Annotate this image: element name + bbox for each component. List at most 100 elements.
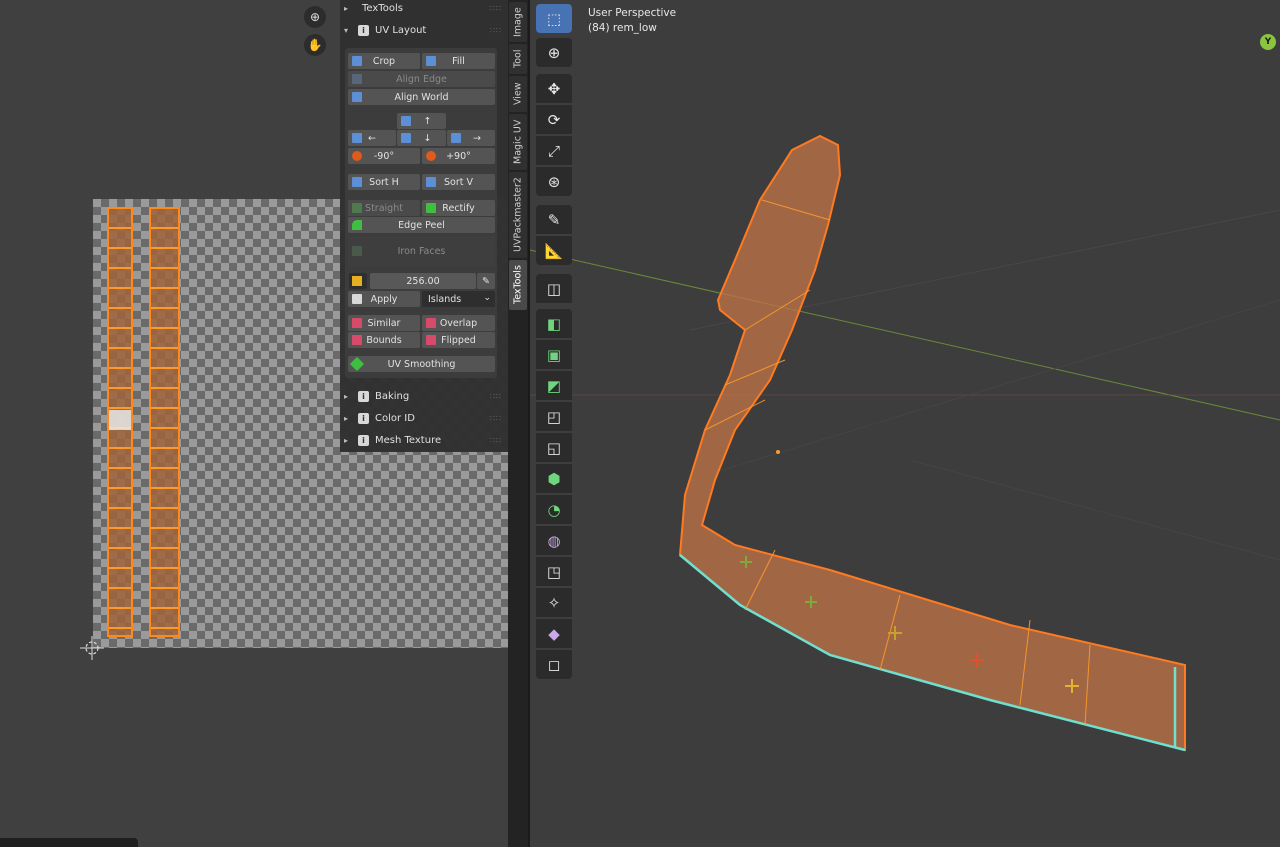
uv-island-right[interactable]: [149, 207, 180, 637]
drag-grip-icon[interactable]: ∷∷: [490, 436, 502, 445]
section-label: Mesh Texture: [375, 434, 442, 446]
zoom-icon[interactable]: ⊕: [304, 6, 326, 28]
iron-faces-button[interactable]: Iron Faces: [348, 236, 495, 266]
align-up-button[interactable]: ↑: [397, 113, 446, 129]
knife-tool-icon[interactable]: ◱: [536, 433, 572, 462]
section-color-id[interactable]: ▸ i Color ID ∷∷: [340, 408, 508, 428]
button-label: Crop: [372, 55, 396, 67]
tab-image[interactable]: Image: [509, 2, 527, 42]
align-right-button[interactable]: →: [447, 130, 495, 146]
drag-grip-icon[interactable]: ∷∷: [490, 26, 502, 35]
align-left-icon: [352, 133, 362, 143]
annotate-tool-icon[interactable]: ✎: [536, 205, 572, 234]
section-textools[interactable]: ▸ TexTools ∷∷: [340, 0, 508, 18]
edge-slide-tool-icon[interactable]: ◳: [536, 557, 572, 586]
sort-v-button[interactable]: Sort V: [422, 174, 495, 190]
bevel-tool-icon[interactable]: ◩: [536, 371, 572, 400]
shear-tool-icon[interactable]: ◆: [536, 619, 572, 648]
align-left-button[interactable]: ←: [348, 130, 396, 146]
scale-tool-icon[interactable]: ⤢: [536, 136, 572, 165]
rotate-tool-icon[interactable]: ⟳: [536, 105, 572, 134]
edge-peel-button[interactable]: Edge Peel: [348, 217, 495, 233]
eyedropper-icon[interactable]: ✎: [477, 273, 495, 289]
drag-grip-icon[interactable]: ∷∷: [490, 4, 502, 13]
tab-magic-uv[interactable]: Magic UV: [509, 114, 527, 170]
flipped-button[interactable]: Flipped: [422, 332, 495, 348]
similar-button[interactable]: Similar: [348, 315, 420, 331]
object-origin: [776, 450, 780, 454]
button-label: Flipped: [441, 334, 476, 346]
info-icon: i: [358, 390, 369, 402]
sidebar-tabs: Image Tool View Magic UV UVPackmaster2 T…: [508, 0, 528, 847]
align-edge-button[interactable]: Align Edge: [348, 71, 495, 87]
crop-icon: [352, 56, 362, 66]
add-cube-tool-icon[interactable]: ◫: [536, 274, 572, 303]
apply-mode-select[interactable]: Islands ⌄: [422, 291, 495, 307]
button-label: Rectify: [442, 202, 475, 214]
button-label: Align Edge: [396, 73, 447, 85]
collapse-arrow-icon: ▸: [344, 413, 349, 423]
section-baking[interactable]: ▸ i Baking ∷∷: [340, 386, 508, 406]
info-icon: i: [358, 24, 369, 36]
transform-tool-icon[interactable]: ⊛: [536, 167, 572, 196]
tab-label: Magic UV: [512, 119, 524, 165]
3d-viewport[interactable]: [530, 0, 1280, 847]
iron-faces-icon: [352, 246, 362, 256]
button-label: Align World: [394, 91, 449, 103]
align-edge-icon: [352, 74, 362, 84]
crop-button[interactable]: Crop: [348, 53, 420, 69]
align-world-button[interactable]: Align World: [348, 89, 495, 105]
tab-tool[interactable]: Tool: [509, 44, 527, 74]
button-label: Fill: [452, 55, 465, 67]
overlap-icon: [426, 318, 436, 328]
rotate-plus-90-button[interactable]: +90°: [422, 148, 495, 164]
rectify-button[interactable]: Rectify: [422, 200, 495, 216]
loop-cut-tool-icon[interactable]: ◰: [536, 402, 572, 431]
shrink-fatten-tool-icon[interactable]: ✧: [536, 588, 572, 617]
x-axis-line: [530, 249, 1280, 421]
button-label: +90°: [446, 150, 471, 162]
button-label: ←: [368, 132, 376, 144]
y-axis-gizmo-icon[interactable]: Y: [1260, 34, 1276, 50]
rectify-icon: [426, 203, 436, 213]
2d-cursor-icon[interactable]: [80, 636, 104, 660]
fill-icon: [426, 56, 436, 66]
button-label: →: [473, 132, 481, 144]
rip-region-tool-icon[interactable]: ◻: [536, 650, 572, 679]
bounds-button[interactable]: Bounds: [348, 332, 420, 348]
align-down-button[interactable]: ↓: [397, 130, 446, 146]
rotate-minus-90-button[interactable]: -90°: [348, 148, 420, 164]
extrude-region-tool-icon[interactable]: ◧: [536, 309, 572, 338]
section-mesh-texture[interactable]: ▸ i Mesh Texture ∷∷: [340, 430, 508, 450]
texel-density-field[interactable]: 256.00: [370, 273, 476, 289]
drag-grip-icon[interactable]: ∷∷: [490, 392, 502, 401]
collapse-arrow-icon: ▸: [344, 391, 349, 401]
cursor-tool-icon[interactable]: ⊕: [536, 38, 572, 67]
tab-textools[interactable]: TexTools: [509, 260, 527, 310]
measure-tool-icon[interactable]: 📐: [536, 236, 572, 265]
field-value: 256.00: [406, 275, 440, 287]
inset-faces-tool-icon[interactable]: ▣: [536, 340, 572, 369]
tab-label: UVPackmaster2: [512, 177, 524, 253]
button-label: Iron Faces: [397, 245, 446, 257]
sort-h-button[interactable]: Sort H: [348, 174, 420, 190]
uv-smoothing-button[interactable]: UV Smoothing: [348, 356, 495, 372]
spin-tool-icon[interactable]: ◔: [536, 495, 572, 524]
section-label: Baking: [375, 390, 410, 402]
move-tool-icon[interactable]: ✥: [536, 74, 572, 103]
drag-grip-icon[interactable]: ∷∷: [490, 414, 502, 423]
poly-build-tool-icon[interactable]: ⬢: [536, 464, 572, 493]
tab-uvpackmaster2[interactable]: UVPackmaster2: [509, 172, 527, 258]
pan-hand-icon[interactable]: ✋: [304, 34, 326, 56]
align-bottom-icon: [401, 133, 411, 143]
overlap-button[interactable]: Overlap: [422, 315, 495, 331]
straight-button[interactable]: Straight: [348, 200, 420, 216]
select-box-tool-icon[interactable]: ⬚: [536, 4, 572, 33]
tab-view[interactable]: View: [509, 76, 527, 112]
apply-button[interactable]: Apply: [348, 291, 420, 307]
gizmo-label: Y: [1264, 37, 1272, 47]
section-uv-layout[interactable]: ▾ i UV Layout ∷∷: [340, 20, 508, 40]
info-icon: i: [358, 434, 369, 446]
fill-button[interactable]: Fill: [422, 53, 495, 69]
smooth-tool-icon[interactable]: ◍: [536, 526, 572, 555]
